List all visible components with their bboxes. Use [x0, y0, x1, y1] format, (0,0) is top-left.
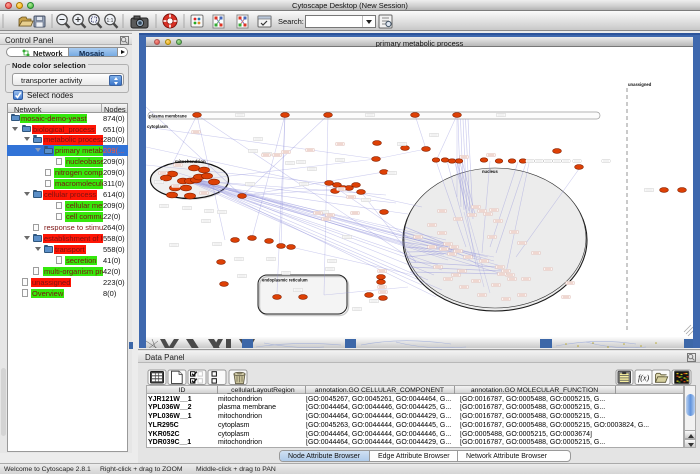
svg-text:unassigned: unassigned [628, 82, 652, 87]
svg-text:f(x): f(x) [638, 374, 649, 383]
svg-text:cytoplasm: cytoplasm [147, 124, 168, 129]
svg-text:plasma membrane: plasma membrane [149, 114, 187, 119]
svg-text:1:1: 1:1 [107, 18, 114, 24]
svg-text:endoplasmic reticulum: endoplasmic reticulum [262, 278, 308, 283]
svg-text:nucleus: nucleus [482, 169, 498, 174]
svg-text:mitochondrion: mitochondrion [175, 159, 206, 164]
